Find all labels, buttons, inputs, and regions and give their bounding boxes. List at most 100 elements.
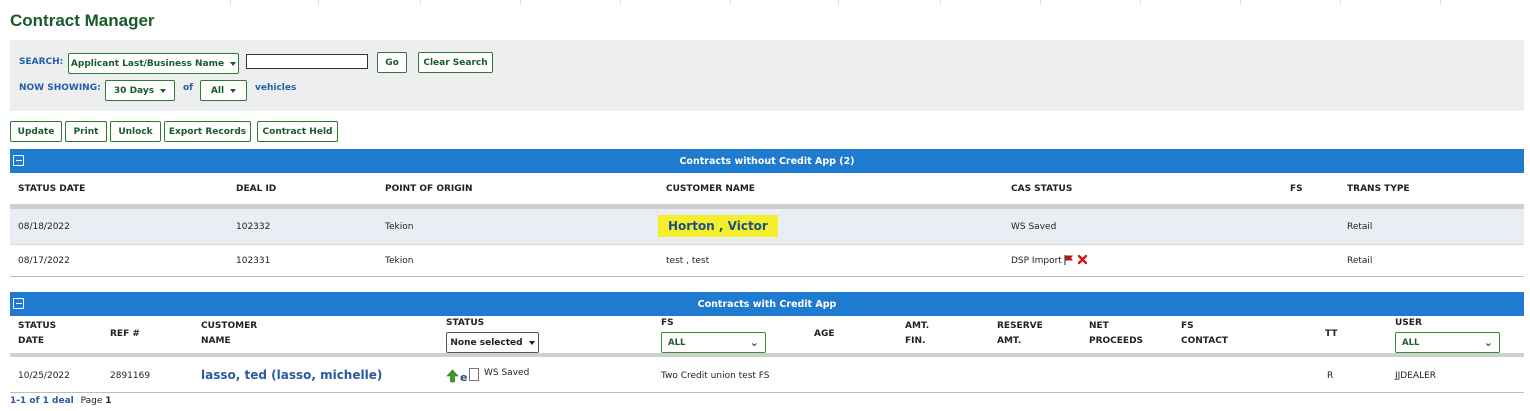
ref-number: 2891169 [110,371,151,381]
pagination: 1-1 of 1 deal Page 1 [10,396,112,406]
go-button[interactable]: Go [377,52,407,73]
user-filter-value: ALL [1402,337,1420,348]
col-customer-name-line1: CUSTOMER [201,321,258,331]
deal-id: 102331 [236,256,271,266]
col-status-date[interactable]: STATUS DATE [18,182,85,197]
col-status[interactable]: STATUS [446,316,484,331]
status-filter-select[interactable]: None selected [446,332,539,353]
fs-filter-value: ALL [668,337,686,348]
vehicles-select[interactable]: All [200,80,247,101]
point-of-origin: Tekion [385,256,414,266]
status-date: 08/17/2022 [18,256,70,266]
col-reserve-amt-line1: RESERVE [997,321,1043,331]
tt-value: R [1327,371,1334,381]
col-deal-id[interactable]: DEAL ID [236,182,276,197]
of-label: of [183,83,194,93]
col-amt-fin-line1: AMT. [905,321,930,331]
col-amt-fin-line2: FIN. [905,336,926,346]
section-with-credit-app: Contracts with Credit App [10,292,1524,316]
customer-name-link[interactable]: Horton , Victor [658,215,778,237]
cas-status: WS Saved [1011,222,1057,232]
days-select-value: 30 Days [113,85,155,96]
col-cas-status[interactable]: CAS STATUS [1011,182,1072,197]
table-row[interactable]: 08/18/2022 102332 Tekion Horton , Victor… [10,209,1524,245]
trans-type: Retail [1347,222,1373,232]
status-value: WS Saved [484,368,530,378]
col-net-proceeds-line2: PROCEEDS [1089,336,1144,346]
update-button[interactable]: Update [10,121,62,142]
delete-x-icon[interactable] [1077,254,1088,268]
col-reserve-amt-line2: AMT. [997,336,1022,346]
col-fs-contact-line1: FS [1181,321,1194,331]
days-select[interactable]: 30 Days [105,80,175,101]
col-customer-name[interactable]: CUSTOMER NAME [201,319,257,349]
caret-down-icon [160,88,167,93]
arrow-up-icon[interactable] [446,369,459,386]
col-customer-name[interactable]: CUSTOMER NAME [666,182,755,197]
search-input[interactable] [246,54,368,69]
section-without-credit-app: Contracts without Credit App (2) [10,149,1524,173]
search-field-select-value: Applicant Last/Business Name [70,58,225,69]
deal-id: 102332 [236,222,271,232]
vehicles-select-value: All [210,85,225,96]
collapse-icon[interactable] [13,155,24,166]
chevron-down-icon: ⌄ [749,336,759,349]
top-tab-strip [0,0,1530,5]
col-net-proceeds-line1: NET [1089,321,1109,331]
col-ref[interactable]: REF # [110,327,140,342]
col-trans-type[interactable]: TRANS TYPE [1347,182,1410,197]
customer-name-link[interactable]: test , test [666,256,709,266]
search-field-select[interactable]: Applicant Last/Business Name [68,53,239,74]
status-date: 08/18/2022 [18,222,70,232]
col-user[interactable]: USER [1395,316,1422,331]
edoc-icon[interactable]: e [460,371,467,384]
col-net-proceeds[interactable]: NET PROCEEDS [1089,319,1143,349]
col-reserve-amt[interactable]: RESERVE AMT. [997,319,1043,349]
col-fs[interactable]: FS [661,316,674,331]
now-showing-label: NOW SHOWING: [19,83,101,93]
collapse-icon[interactable] [13,298,24,309]
caret-down-icon [230,61,237,66]
col-point-of-origin[interactable]: POINT OF ORIGIN [385,182,473,197]
cas-status: DSP Import [1011,256,1062,266]
status-filter-value: None selected [450,337,523,348]
table-row[interactable]: 08/17/2022 102331 Tekion test , test DSP… [10,246,1524,277]
col-fs-contact[interactable]: FS CONTACT [1181,319,1228,349]
chevron-down-icon: ⌄ [1483,336,1493,349]
page-title: Contract Manager [10,11,155,30]
col-fs[interactable]: FS [1290,182,1303,197]
customer-name-link[interactable]: lasso, ted (lasso, michelle) [201,368,382,382]
clear-search-button[interactable]: Clear Search [418,52,493,73]
trans-type: Retail [1347,256,1373,266]
search-label: SEARCH: [19,57,64,67]
vehicles-label: vehicles [255,83,297,93]
table-header: STATUS DATE DEAL ID POINT OF ORIGIN CUST… [10,176,1524,204]
user-filter-select[interactable]: ALL ⌄ [1395,332,1500,353]
page-label: Page [80,396,103,406]
user-value: JJDEALER [1395,371,1437,381]
flag-icon[interactable] [1063,254,1075,269]
pagination-range[interactable]: 1-1 of 1 deal [10,396,74,406]
fs-filter-select[interactable]: ALL ⌄ [661,332,766,353]
col-age[interactable]: AGE [814,327,835,342]
point-of-origin: Tekion [385,222,414,232]
table-row[interactable]: 10/25/2022 2891169 lasso, ted (lasso, mi… [10,357,1524,393]
document-icon[interactable] [469,368,479,381]
table-header: STATUS DATE REF # CUSTOMER NAME STATUS N… [10,316,1524,353]
col-fs-contact-line2: CONTACT [1181,336,1228,346]
contract-held-button[interactable]: Contract Held [257,121,338,142]
unlock-button[interactable]: Unlock [110,121,161,142]
col-tt[interactable]: TT [1325,327,1338,342]
col-amt-fin[interactable]: AMT. FIN. [905,319,929,349]
col-status-date-line1: STATUS [18,321,57,331]
col-status-date[interactable]: STATUS DATE [18,319,56,349]
caret-down-icon [230,88,237,93]
section-title: Contracts with Credit App [697,298,837,310]
fs-value: Two Credit union test FS [661,371,770,381]
caret-down-icon [528,340,535,345]
search-panel: SEARCH: Applicant Last/Business Name Go … [10,40,1524,111]
col-customer-name-line2: NAME [201,336,231,346]
print-button[interactable]: Print [65,121,107,142]
page-number[interactable]: 1 [105,396,111,406]
export-records-button[interactable]: Export Records [164,121,251,142]
